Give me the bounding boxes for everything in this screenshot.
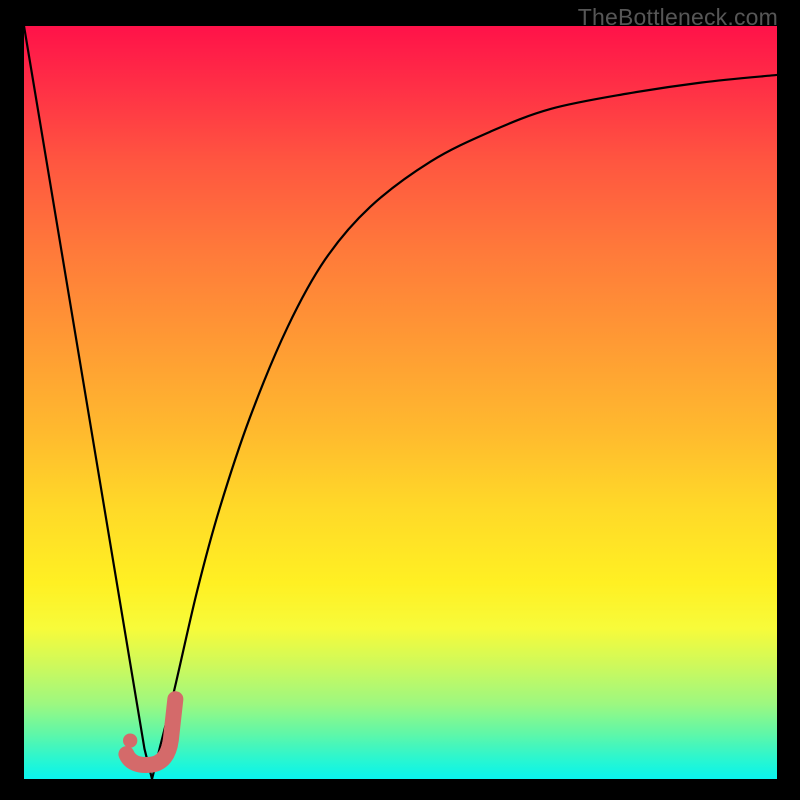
watermark-text: TheBottleneck.com <box>578 4 778 31</box>
minimum-marker <box>123 699 175 765</box>
bottleneck-curve <box>24 26 777 779</box>
chart-frame: TheBottleneck.com <box>0 0 800 800</box>
plot-area <box>24 26 777 779</box>
minimum-marker-hook <box>126 699 175 765</box>
minimum-marker-dot <box>123 733 137 747</box>
curve-layer <box>24 26 777 779</box>
